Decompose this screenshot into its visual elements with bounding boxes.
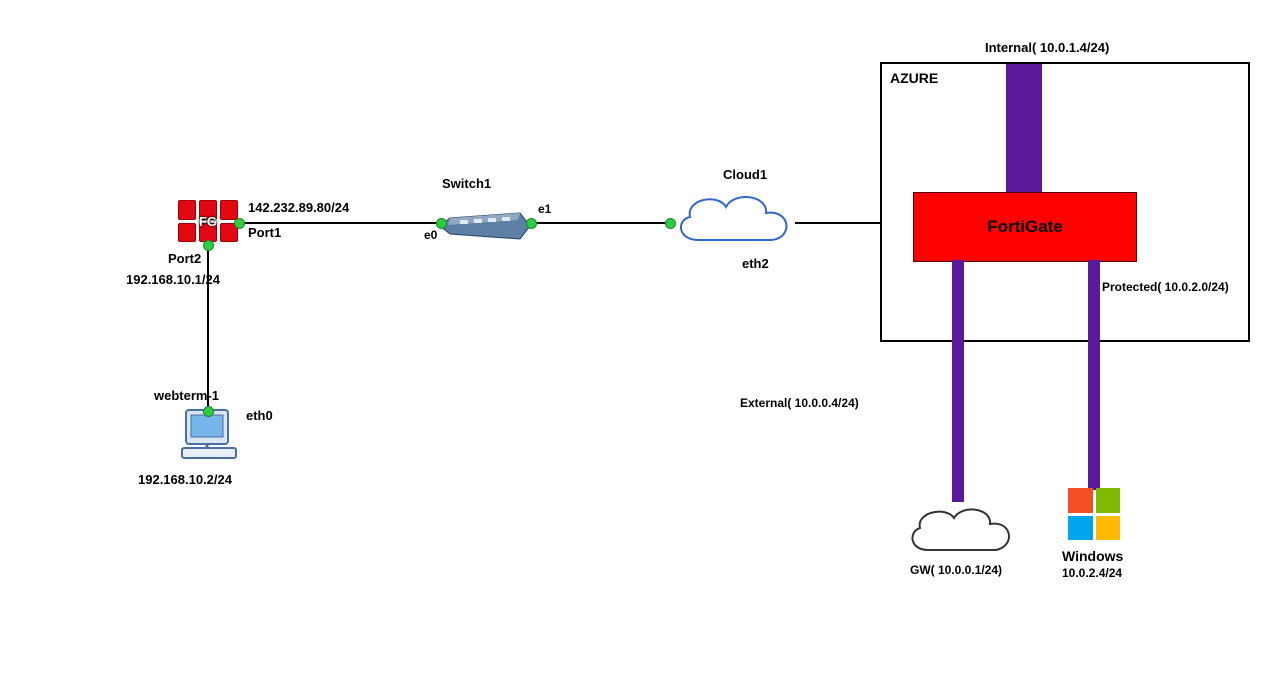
gw-cloud-icon	[900, 498, 1020, 567]
switch1-e0-label: e0	[424, 228, 437, 242]
diagram-canvas: FG 142.232.89.80/24 Port1 Port2 192.168.…	[0, 0, 1265, 673]
link-switch-to-cloud	[530, 222, 668, 224]
switch1-name: Switch1	[442, 176, 491, 191]
gw-label: GW( 10.0.0.1/24)	[910, 563, 1002, 577]
webterm-iface: eth0	[246, 408, 273, 423]
protected-label: Protected( 10.0.2.0/24)	[1102, 280, 1229, 294]
fg-port1-label: Port1	[248, 225, 281, 240]
link-cloud-to-azure	[795, 222, 880, 224]
link-fg-to-webterm	[207, 240, 209, 412]
internal-link-bar	[1006, 64, 1042, 192]
cloud1-icon	[668, 185, 798, 260]
cloud1-eth2-label: eth2	[742, 256, 769, 271]
switch-icon	[440, 208, 530, 238]
external-link-bar	[952, 260, 964, 502]
fg-port2-dot	[203, 240, 214, 251]
fg-port1-ip: 142.232.89.80/24	[248, 200, 349, 215]
windows-ip: 10.0.2.4/24	[1062, 566, 1122, 580]
windows-icon	[1068, 488, 1120, 540]
fg-port2-ip: 192.168.10.1/24	[126, 272, 220, 287]
fortigate-fg-icon: FG	[178, 200, 238, 242]
switch-e0-dot	[436, 218, 447, 229]
fg-port2-label: Port2	[168, 251, 201, 266]
windows-label: Windows	[1062, 548, 1123, 564]
azure-title: AZURE	[890, 70, 938, 86]
cloud1-left-dot	[665, 218, 676, 229]
external-label: External( 10.0.0.4/24)	[740, 396, 859, 410]
webterm-name: webterm-1	[154, 388, 219, 403]
switch1-e1-label: e1	[538, 202, 551, 216]
webterm-eth0-dot	[203, 406, 214, 417]
azure-fortigate-label: FortiGate	[987, 217, 1063, 237]
webterm-ip: 192.168.10.2/24	[138, 472, 232, 487]
internal-label: Internal( 10.0.1.4/24)	[985, 40, 1109, 55]
azure-fortigate-box: FortiGate	[913, 192, 1137, 262]
cloud1-name: Cloud1	[723, 167, 767, 182]
protected-link-bar	[1088, 260, 1100, 490]
switch-e1-dot	[526, 218, 537, 229]
link-fg-to-switch	[238, 222, 440, 224]
fg-port1-dot	[234, 218, 245, 229]
